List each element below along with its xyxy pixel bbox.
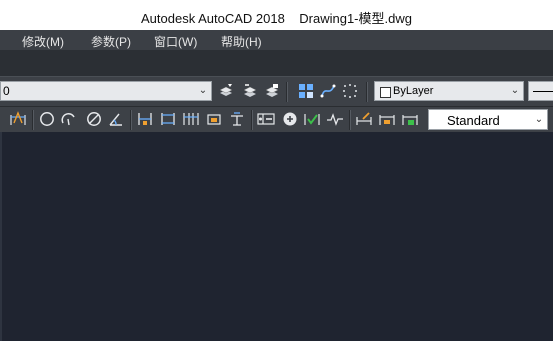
baseline-dimension-icon[interactable] xyxy=(204,109,224,129)
menu-parametric[interactable]: 参数(P) xyxy=(91,33,131,50)
center-mark-icon[interactable] xyxy=(280,109,300,129)
color-swatch xyxy=(380,87,391,98)
menu-modify[interactable]: 修改(M) xyxy=(22,33,64,50)
current-layer-value: 0 xyxy=(3,84,10,98)
dimension-text-edit-icon[interactable] xyxy=(377,109,397,129)
layer-dropdown[interactable]: 0 ⌄ xyxy=(0,81,212,101)
drawing-canvas[interactable] xyxy=(0,132,553,341)
dimension-style-dropdown[interactable]: Standard ⌄ xyxy=(428,109,548,130)
dimension-update-icon[interactable] xyxy=(400,109,420,129)
chevron-down-icon[interactable]: ⌄ xyxy=(509,84,521,98)
dimension-style-value: Standard xyxy=(447,113,500,128)
layers-toolbar: 0 ⌄ ByLayer ⌄ xyxy=(0,76,553,107)
layer-previous-icon[interactable] xyxy=(240,81,260,101)
toolbar-separator xyxy=(251,110,253,130)
ellipse-icon[interactable] xyxy=(84,109,104,129)
snap-icon[interactable] xyxy=(340,81,360,101)
circle-icon[interactable] xyxy=(37,109,57,129)
aligned-dimension-icon[interactable] xyxy=(158,109,178,129)
inspect-icon[interactable] xyxy=(302,109,322,129)
menu-bar: 修改(M) 参数(P) 窗口(W) 帮助(H) xyxy=(0,30,553,50)
layer-isolate-icon[interactable] xyxy=(262,81,282,101)
oblique-icon[interactable] xyxy=(354,109,374,129)
ribbon-gap xyxy=(0,50,553,76)
continue-dimension-icon[interactable] xyxy=(181,109,201,129)
spline-icon[interactable] xyxy=(318,81,338,101)
dimension-toolbar: Standard ⌄ xyxy=(0,106,553,133)
toolbar-separator xyxy=(286,82,288,102)
toolbar-separator xyxy=(130,110,132,130)
chevron-down-icon[interactable]: ⌄ xyxy=(533,113,545,127)
color-dropdown[interactable]: ByLayer ⌄ xyxy=(374,81,524,101)
grid-icon[interactable] xyxy=(296,81,316,101)
linetype-preview xyxy=(533,91,553,92)
ordinate-dimension-icon[interactable] xyxy=(227,109,247,129)
linetype-dropdown[interactable] xyxy=(528,81,553,101)
angle-icon[interactable] xyxy=(106,109,126,129)
quick-dimension-icon[interactable] xyxy=(8,109,28,129)
title-bar: Autodesk AutoCAD 2018 Drawing1-模型.dwg xyxy=(0,0,553,30)
toolbar-separator xyxy=(32,110,34,130)
menu-window[interactable]: 窗口(W) xyxy=(154,33,197,50)
menu-help[interactable]: 帮助(H) xyxy=(221,33,262,50)
toolbar-separator xyxy=(349,110,351,130)
chevron-down-icon[interactable]: ⌄ xyxy=(197,84,209,98)
canvas-edge xyxy=(0,132,2,341)
window-title: Autodesk AutoCAD 2018 Drawing1-模型.dwg xyxy=(141,11,412,26)
layer-state-icon[interactable] xyxy=(216,81,236,101)
jogged-linear-icon[interactable] xyxy=(325,109,345,129)
linear-dimension-icon[interactable] xyxy=(135,109,155,129)
tolerance-icon[interactable] xyxy=(256,109,276,129)
toolbar-separator xyxy=(366,82,368,102)
color-value: ByLayer xyxy=(393,85,434,97)
arc-icon[interactable] xyxy=(59,109,79,129)
